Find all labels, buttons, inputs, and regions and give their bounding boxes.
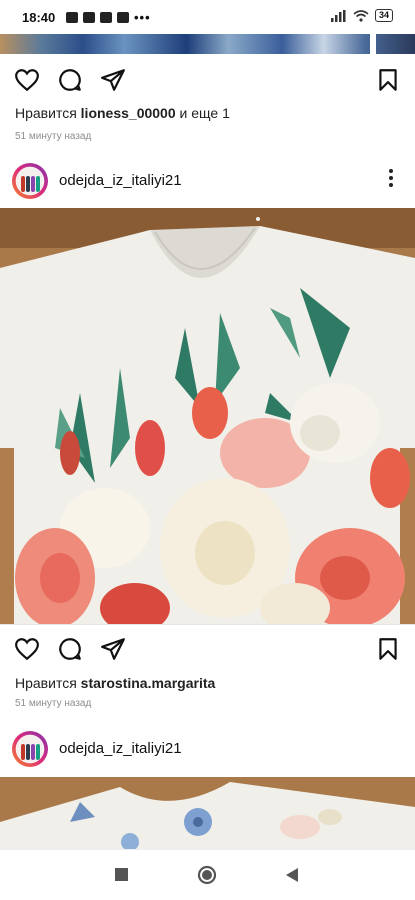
- home-icon[interactable]: [197, 865, 217, 885]
- post-username[interactable]: odejda_iz_italiyi21: [59, 172, 182, 189]
- likes-user-link[interactable]: starostina.margarita: [81, 675, 216, 691]
- notification-icons: •••: [66, 10, 151, 25]
- likes-user-link[interactable]: lioness_00000: [81, 105, 176, 121]
- avatar[interactable]: [12, 163, 48, 199]
- floral-blouse-photo: [0, 208, 415, 624]
- status-bar: 18:40 ••• 34: [0, 0, 415, 34]
- post-timestamp: 51 минуту назад: [15, 131, 92, 142]
- chat-icon: [117, 12, 129, 23]
- notification-icon: [66, 12, 78, 23]
- more-notifications-icon: •••: [134, 10, 151, 25]
- blouse-photo: [0, 777, 415, 850]
- battery-icon: 34: [374, 9, 393, 22]
- likes-prefix: Нравится: [15, 105, 77, 121]
- bookmark-icon[interactable]: [375, 636, 401, 662]
- share-icon[interactable]: [100, 636, 126, 662]
- comment-icon[interactable]: [57, 67, 83, 93]
- post-username[interactable]: odejda_iz_italiyi21: [59, 740, 182, 757]
- status-time: 18:40: [22, 10, 56, 25]
- heart-icon[interactable]: [14, 636, 40, 662]
- likes-text[interactable]: Нравится starostina.margarita: [15, 675, 215, 691]
- stop-icon[interactable]: [115, 868, 129, 882]
- post-image[interactable]: [0, 208, 415, 624]
- heart-icon[interactable]: [14, 67, 40, 93]
- more-icon[interactable]: [389, 169, 393, 190]
- likes-suffix[interactable]: и еще 1: [180, 105, 230, 121]
- post-actions: [0, 55, 415, 105]
- previous-post-image[interactable]: [0, 34, 415, 54]
- post-image[interactable]: [0, 777, 415, 850]
- system-navigation-bar: [0, 849, 415, 900]
- wifi-icon: [353, 9, 369, 22]
- avatar[interactable]: [12, 731, 48, 767]
- message-icon: [83, 12, 95, 23]
- vk-icon: [100, 12, 112, 23]
- bookmark-icon[interactable]: [375, 67, 401, 93]
- post-header: odejda_iz_italiyi21: [0, 157, 415, 207]
- share-icon[interactable]: [100, 67, 126, 93]
- likes-text[interactable]: Нравится lioness_00000 и еще 1: [15, 105, 230, 121]
- post-header: odejda_iz_italiyi21: [0, 725, 415, 775]
- status-right: 34: [330, 9, 393, 22]
- post-timestamp: 51 минуту назад: [15, 698, 92, 709]
- comment-icon[interactable]: [57, 636, 83, 662]
- post-actions: [0, 624, 415, 674]
- back-icon[interactable]: [284, 867, 300, 883]
- likes-prefix: Нравится: [15, 675, 77, 691]
- signal-icon: [330, 9, 346, 22]
